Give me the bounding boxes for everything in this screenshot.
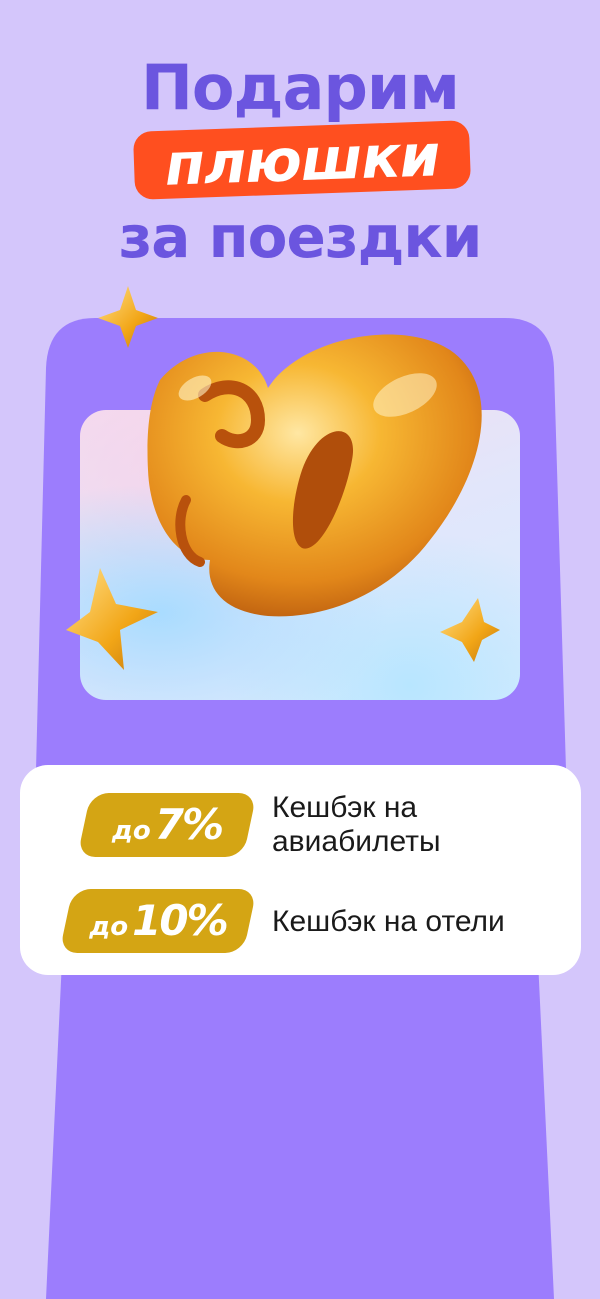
benefit-text: Кешбэк на отели [272,905,505,938]
badge-value: 7% [154,800,223,849]
headline-line-1: Подарим [141,51,460,124]
benefit-text: Кешбэк на авиабилеты [272,791,441,858]
benefit-row: до 7% Кешбэк на авиабилеты [20,789,581,859]
badge-value: 10% [132,896,227,945]
badge-prefix: до [89,912,129,942]
benefits-card: до 7% Кешбэк на авиабилеты до 10% Кешбэк… [20,765,581,975]
headline-line-3: за поездки [118,203,483,271]
headline-highlight-text: плюшки [163,121,441,199]
cashback-badge: до 7% [77,793,257,857]
badge-prefix: до [111,816,151,846]
sky-image-card [80,410,520,700]
headline-highlight-pill: плюшки [132,120,472,200]
cashback-badge: до 10% [59,889,257,953]
headline: Подарим плюшки за поездки [0,52,600,272]
benefit-row: до 10% Кешбэк на отели [20,885,581,955]
